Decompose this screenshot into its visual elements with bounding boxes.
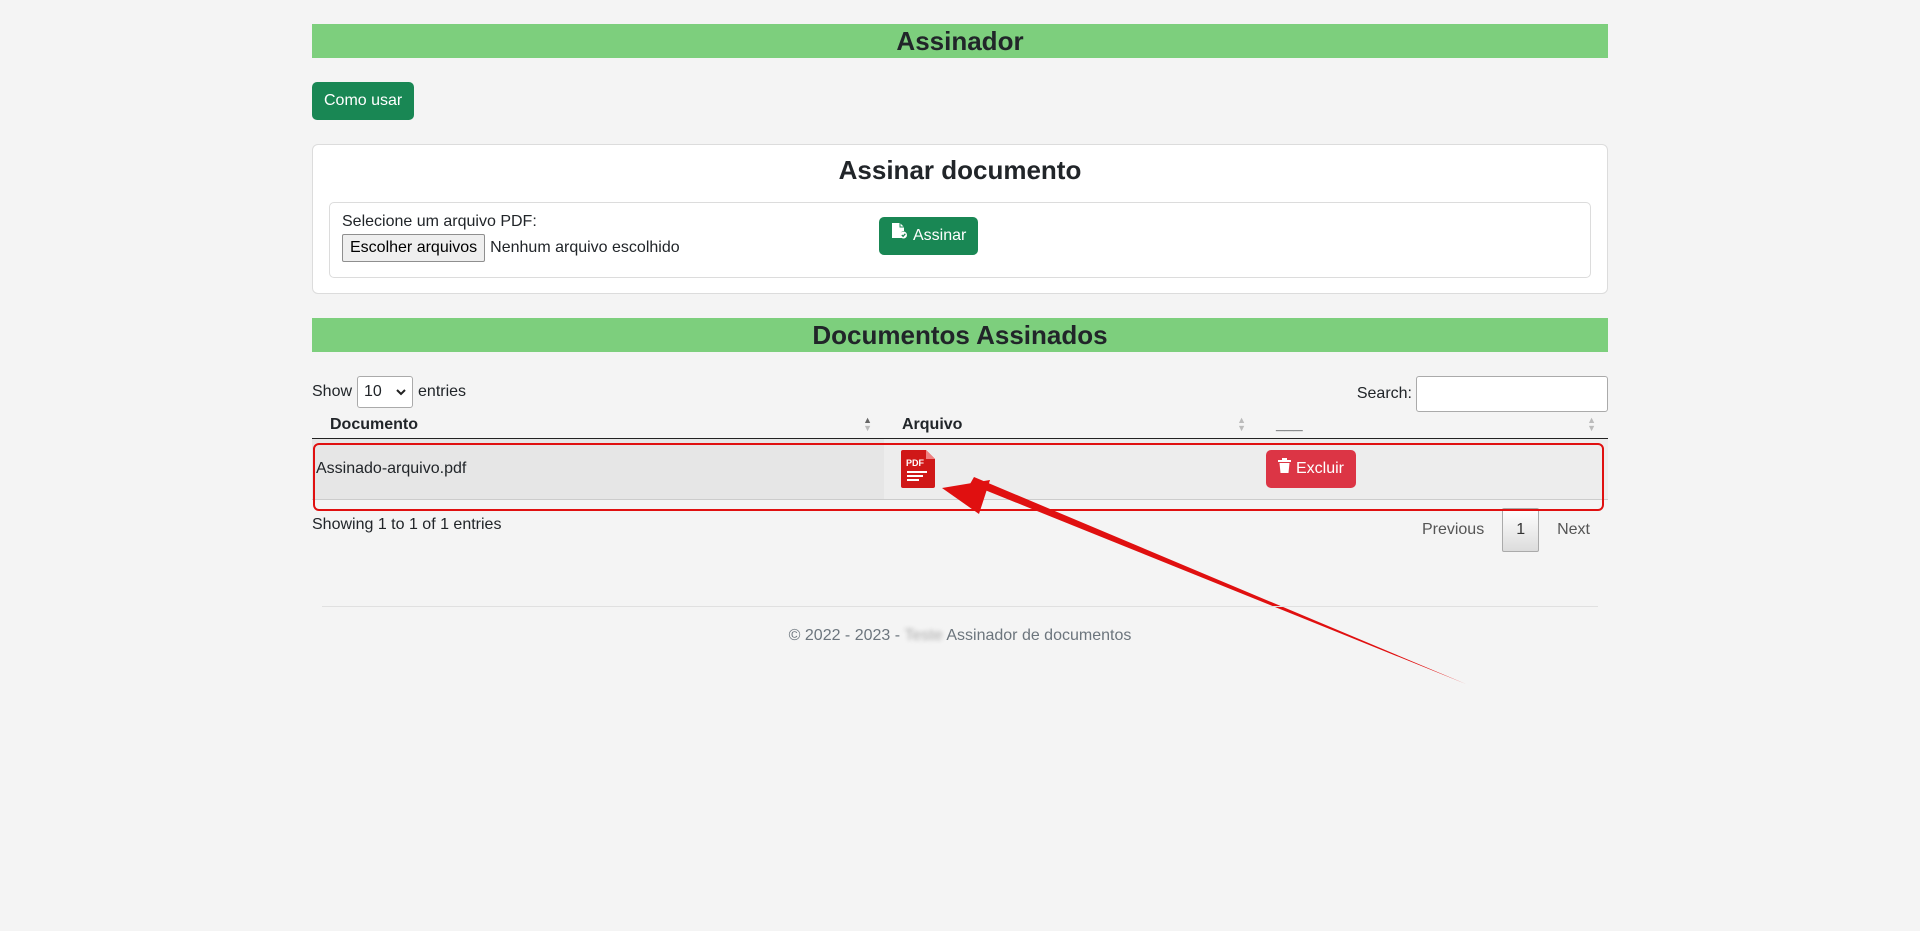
entries-select[interactable]: 10 (357, 376, 414, 408)
copyright-prefix: © 2022 - 2023 - (788, 627, 901, 644)
page-container: Assinador Como usar Assinar documento Se… (312, 0, 1608, 552)
sign-button-label: Assinar (913, 227, 967, 244)
sort-asc-icon: ▲ ▼ (863, 415, 872, 433)
footer-divider (322, 606, 1598, 607)
table-search: Search: (1357, 376, 1608, 412)
entries-select-value: 10 (364, 383, 382, 400)
chevron-down-icon (396, 383, 406, 401)
sign-card-title: Assinar documento (838, 155, 1082, 185)
table-row: Assinado-arquivo.pdf PDF Excluir (312, 438, 1608, 500)
actions-cell: Excluir (1258, 438, 1608, 500)
column-header-actions[interactable]: ___ ▲ ▼ (1258, 412, 1608, 439)
column-header-label: Documento (330, 416, 418, 433)
pdf-icon-text: PDF (906, 458, 925, 468)
pagination-next[interactable]: Next (1539, 509, 1608, 551)
trash-icon (1278, 450, 1291, 488)
file-signature-icon (891, 217, 908, 255)
table-controls: Show 10 entries Search: (312, 352, 1608, 412)
sort-icon: ▲ ▼ (1587, 415, 1596, 433)
choose-file-button[interactable]: Escolher arquivos (342, 234, 486, 262)
show-label: Show (312, 383, 353, 400)
pagination-previous[interactable]: Previous (1404, 509, 1502, 551)
sign-document-card: Assinar documento Selecione um arquivo P… (312, 144, 1608, 294)
table-footer: Showing 1 to 1 of 1 entries Previous 1 N… (312, 500, 1608, 552)
search-input[interactable] (1416, 376, 1608, 412)
documents-table: Documento ▲ ▼ Arquivo ▲ ▼ ___ ▲ ▼ Assinado-… (312, 412, 1608, 500)
page-title: Assinador (312, 24, 1608, 58)
column-header-label: ___ (1276, 416, 1303, 433)
delete-button-label: Excluir (1296, 460, 1345, 477)
column-header-arquivo[interactable]: Arquivo ▲ ▼ (884, 412, 1258, 439)
file-status-text: Nenhum arquivo escolhido (490, 239, 680, 256)
file-input: Escolher arquivos Nenhum arquivo escolhi… (342, 234, 680, 262)
file-cell: PDF (884, 438, 1258, 500)
pagination-page-1[interactable]: 1 (1502, 508, 1540, 552)
search-label: Search: (1356, 385, 1412, 402)
blurred-company-name: Teste (904, 627, 943, 644)
column-header-documento[interactable]: Documento ▲ ▼ (312, 412, 884, 439)
sort-icon: ▲ ▼ (1237, 415, 1246, 433)
delete-button[interactable]: Excluir (1266, 450, 1357, 488)
upload-form: Selecione um arquivo PDF: Escolher arqui… (329, 202, 1591, 278)
how-to-use-button[interactable]: Como usar (312, 82, 415, 120)
column-header-label: Arquivo (902, 416, 963, 433)
sign-button[interactable]: Assinar (879, 217, 979, 255)
copyright-suffix: Assinador de documentos (946, 627, 1132, 644)
pdf-file-icon[interactable]: PDF (901, 450, 935, 488)
documents-section-title: Documentos Assinados (312, 318, 1608, 352)
pagination: Previous 1 Next (1404, 508, 1608, 552)
entries-length-control: Show 10 entries (312, 376, 466, 408)
file-input-label: Selecione um arquivo PDF: (342, 213, 537, 230)
entries-label: entries (418, 383, 467, 400)
copyright-footer: © 2022 - 2023 - Teste Assinador de docum… (0, 627, 1920, 645)
table-info: Showing 1 to 1 of 1 entries (312, 516, 502, 533)
document-name-cell: Assinado-arquivo.pdf (312, 438, 884, 500)
table-header-row: Documento ▲ ▼ Arquivo ▲ ▼ ___ ▲ ▼ (312, 412, 1608, 439)
